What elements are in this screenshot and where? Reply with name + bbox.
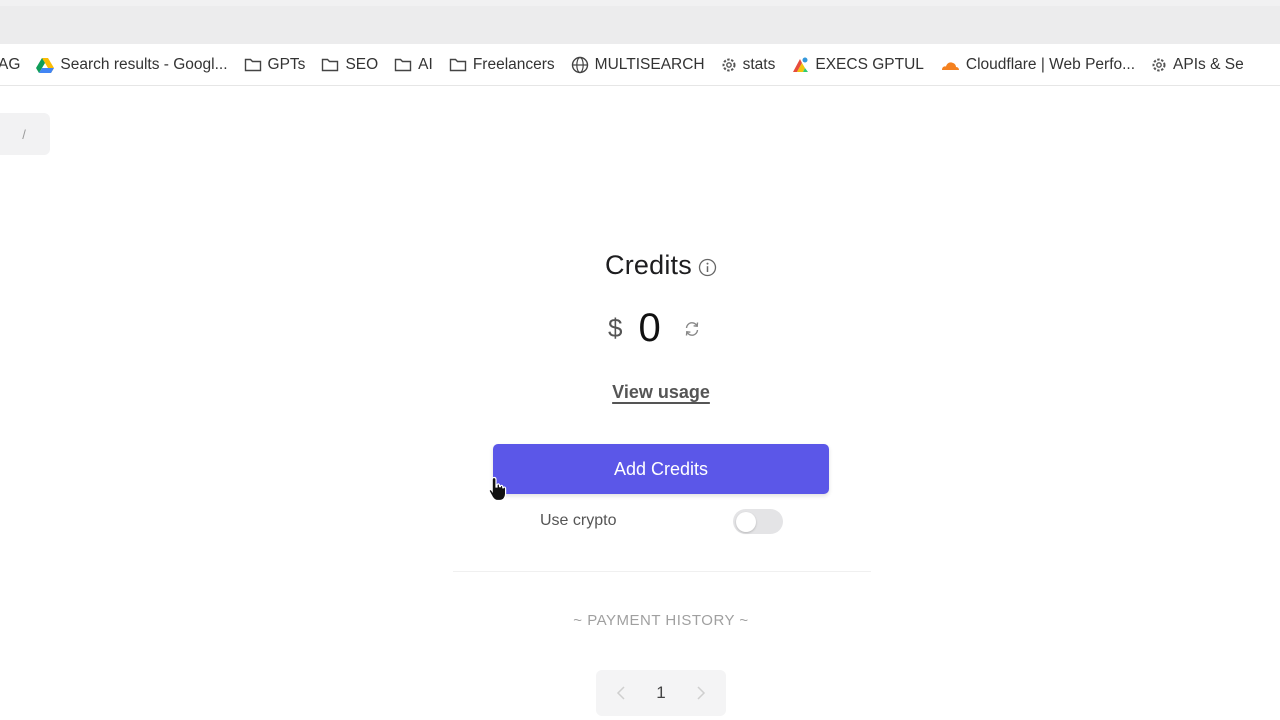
add-credits-button[interactable]: Add Credits xyxy=(493,444,829,494)
chevron-left-icon[interactable] xyxy=(616,685,626,701)
folder-icon xyxy=(394,58,412,72)
bookmark-label: MULTISEARCH xyxy=(594,55,705,73)
pagination: 1 xyxy=(596,670,726,716)
chevron-right-icon[interactable] xyxy=(696,685,706,701)
bookmark-label: SEO xyxy=(345,55,379,73)
browser-address-area xyxy=(0,6,1280,44)
bookmark-label: stats xyxy=(742,55,776,73)
bookmarks-bar: AG Search results - Googl... GPTs SEO AI… xyxy=(0,44,1280,86)
bookmark-label: Freelancers xyxy=(472,55,555,73)
bookmark-multisearch[interactable]: MULTISEARCH xyxy=(563,44,713,85)
bookmark-label: AG xyxy=(0,55,21,73)
use-crypto-toggle[interactable] xyxy=(733,509,783,534)
currency-symbol: $ xyxy=(608,312,623,343)
bookmark-ag[interactable]: AG xyxy=(0,44,28,85)
shortcut-key: / xyxy=(22,126,26,142)
browser-tabstrip xyxy=(0,0,1280,44)
bookmark-label: APIs & Se xyxy=(1173,55,1244,73)
folder-icon xyxy=(322,58,339,72)
bookmark-label: EXECS GPTUL xyxy=(815,55,924,73)
globe-icon xyxy=(571,56,588,73)
bookmark-folder-gpts[interactable]: GPTs xyxy=(236,44,314,85)
bookmark-execs-gptul[interactable]: EXECS GPTUL xyxy=(783,44,932,85)
folder-icon xyxy=(449,58,467,72)
refresh-icon[interactable] xyxy=(683,320,701,338)
bookmark-cloudflare[interactable]: Cloudflare | Web Perfo... xyxy=(932,44,1143,85)
bookmark-folder-freelancers[interactable]: Freelancers xyxy=(441,44,563,85)
bookmark-label: AI xyxy=(418,55,433,73)
payment-history-heading: ~ PAYMENT HISTORY ~ xyxy=(573,612,749,629)
app-icon xyxy=(793,57,809,72)
bookmark-apis[interactable]: APIs & Se xyxy=(1143,44,1252,85)
info-icon[interactable] xyxy=(698,258,717,277)
google-drive-icon xyxy=(36,57,55,73)
credit-balance: $ 0 xyxy=(608,305,701,351)
bookmark-label: Cloudflare | Web Perfo... xyxy=(965,55,1136,73)
search-shortcut-hint[interactable]: / xyxy=(0,113,50,155)
bookmark-stats[interactable]: stats xyxy=(713,44,784,85)
bookmark-folder-ai[interactable]: AI xyxy=(386,44,441,85)
bookmark-label: GPTs xyxy=(267,55,306,73)
view-usage-container: View usage xyxy=(0,382,1280,403)
gear-icon xyxy=(722,58,736,71)
page-title: Credits xyxy=(605,250,692,280)
bookmark-search-results[interactable]: Search results - Googl... xyxy=(28,44,235,85)
bookmark-label: Search results - Googl... xyxy=(60,55,228,73)
mouse-pointer-icon xyxy=(488,476,507,502)
use-crypto-label: Use crypto xyxy=(540,512,617,529)
bookmark-folder-seo[interactable]: SEO xyxy=(313,44,386,85)
toggle-knob xyxy=(736,511,756,532)
folder-icon xyxy=(244,58,261,72)
credits-header: Credits xyxy=(0,250,1280,281)
section-divider xyxy=(453,571,871,572)
view-usage-link[interactable]: View usage xyxy=(612,382,710,402)
page-number[interactable]: 1 xyxy=(656,683,665,703)
gear-icon xyxy=(1152,58,1166,71)
balance-amount: 0 xyxy=(638,305,661,350)
cloudflare-icon xyxy=(941,61,959,70)
